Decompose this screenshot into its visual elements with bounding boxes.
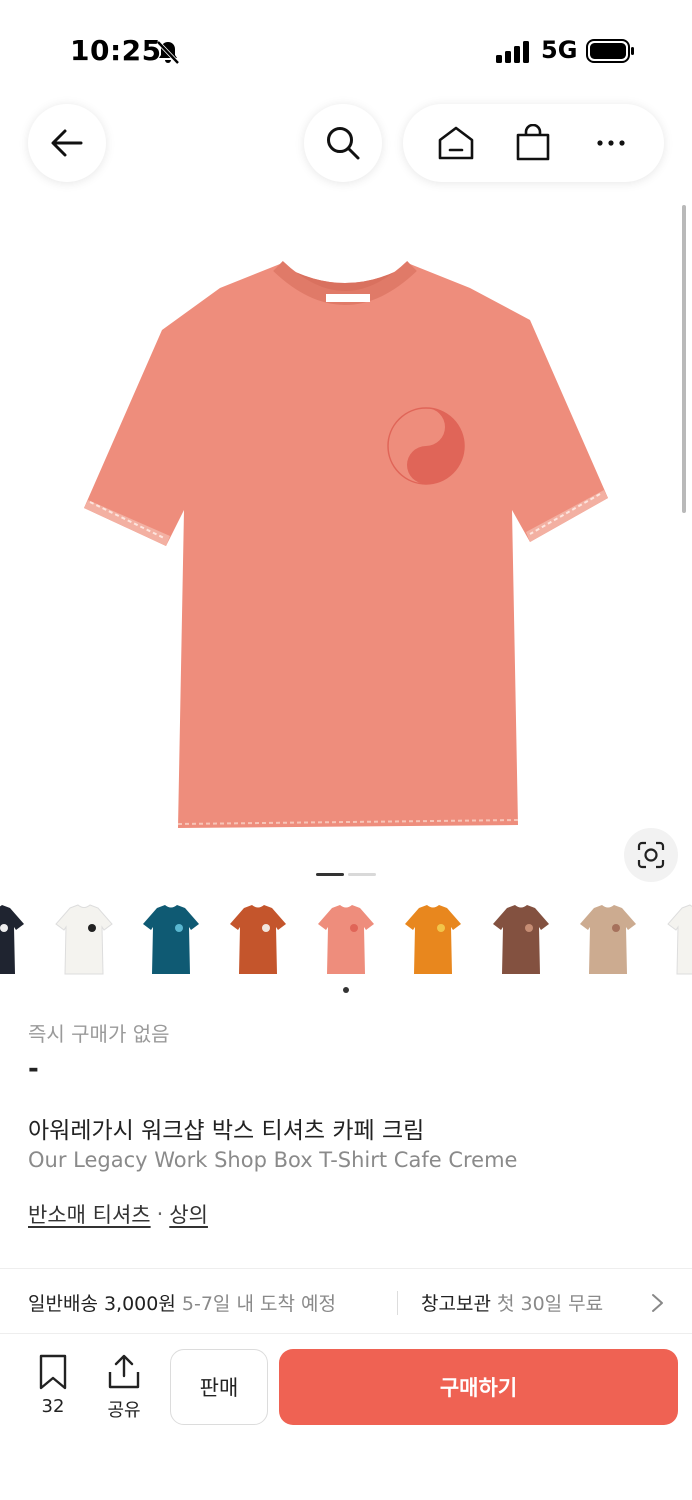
thumb-indicator-dot bbox=[343, 987, 349, 993]
status-bar: 10:25 5G bbox=[0, 0, 692, 100]
back-button[interactable] bbox=[28, 104, 106, 182]
color-variant-strip bbox=[0, 898, 692, 980]
sell-button[interactable]: 판매 bbox=[170, 1349, 268, 1425]
color-variant-thumbnail[interactable] bbox=[135, 902, 207, 976]
image-page-indicator bbox=[316, 873, 376, 876]
more-button[interactable] bbox=[581, 113, 641, 173]
buy-button[interactable]: 구매하기 bbox=[279, 1349, 678, 1425]
bookmark-button[interactable]: 32 bbox=[32, 1354, 74, 1417]
category-breadcrumb: 반소매 티셔츠 · 상의 bbox=[28, 1199, 208, 1229]
bell-muted-icon bbox=[156, 40, 180, 65]
share-label: 공유 bbox=[107, 1400, 141, 1421]
category-separator: · bbox=[156, 1202, 164, 1226]
page-dot bbox=[348, 873, 376, 876]
search-button[interactable] bbox=[304, 104, 382, 182]
scroll-indicator bbox=[682, 205, 686, 513]
camera-scan-icon bbox=[637, 841, 665, 869]
standard-shipping: 일반배송 3,000원 5-7일 내 도착 예정 bbox=[28, 1289, 336, 1316]
storage-note: 첫 30일 무료 bbox=[496, 1293, 604, 1315]
shopping-bag-icon bbox=[517, 124, 550, 161]
shipping-divider bbox=[397, 1291, 398, 1315]
product-price: - bbox=[28, 1054, 39, 1084]
bookmark-icon bbox=[39, 1354, 67, 1390]
status-time: 10:25 bbox=[70, 34, 162, 67]
color-variant-thumbnail[interactable] bbox=[48, 902, 120, 976]
battery-icon bbox=[586, 39, 634, 63]
page-dot-active bbox=[316, 873, 344, 876]
share-button[interactable]: 공유 bbox=[100, 1354, 148, 1422]
home-icon bbox=[438, 126, 474, 160]
search-icon bbox=[327, 127, 360, 160]
storage-label: 창고보관 bbox=[421, 1293, 491, 1315]
color-variant-thumbnail[interactable] bbox=[485, 902, 557, 976]
image-search-button[interactable] bbox=[624, 828, 678, 882]
more-icon bbox=[597, 140, 625, 146]
home-button[interactable] bbox=[426, 113, 486, 173]
color-variant-thumbnail[interactable] bbox=[310, 902, 382, 976]
bookmark-count: 32 bbox=[41, 1396, 65, 1417]
bottom-action-bar: 32 공유 판매 구매하기 bbox=[0, 1334, 692, 1500]
share-icon bbox=[108, 1354, 140, 1389]
color-variant-thumbnail[interactable] bbox=[0, 902, 32, 976]
shipping-label: 일반배송 3,000원 bbox=[28, 1293, 176, 1315]
color-variant-thumbnail[interactable] bbox=[397, 902, 469, 976]
instant-buy-status: 즉시 구매가 없음 bbox=[28, 1022, 170, 1046]
cellular-signal-icon bbox=[496, 41, 529, 63]
shipping-eta: 5-7일 내 도착 예정 bbox=[181, 1293, 336, 1315]
category-link-tops[interactable]: 상의 bbox=[169, 1199, 208, 1229]
warehouse-storage: 창고보관 첫 30일 무료 bbox=[421, 1289, 603, 1316]
shipping-info-bar[interactable]: 일반배송 3,000원 5-7일 내 도착 예정 창고보관 첫 30일 무료 bbox=[0, 1268, 692, 1334]
category-link-short-sleeve[interactable]: 반소매 티셔츠 bbox=[28, 1199, 151, 1229]
cart-button[interactable] bbox=[503, 113, 563, 173]
yin-yang-emblem bbox=[387, 407, 465, 485]
nav-action-group bbox=[403, 104, 664, 182]
network-label: 5G bbox=[541, 36, 578, 64]
color-variant-thumbnail[interactable] bbox=[572, 902, 644, 976]
color-variant-thumbnail[interactable] bbox=[660, 902, 692, 976]
product-name-korean: 아워레가시 워크샵 박스 티셔츠 카페 크림 bbox=[28, 1118, 425, 1144]
product-name-english: Our Legacy Work Shop Box T-Shirt Cafe Cr… bbox=[28, 1148, 518, 1172]
color-variant-thumbnail[interactable] bbox=[222, 902, 294, 976]
arrow-left-icon bbox=[51, 129, 83, 157]
chevron-right-icon bbox=[652, 1294, 663, 1312]
product-image[interactable] bbox=[60, 250, 630, 840]
